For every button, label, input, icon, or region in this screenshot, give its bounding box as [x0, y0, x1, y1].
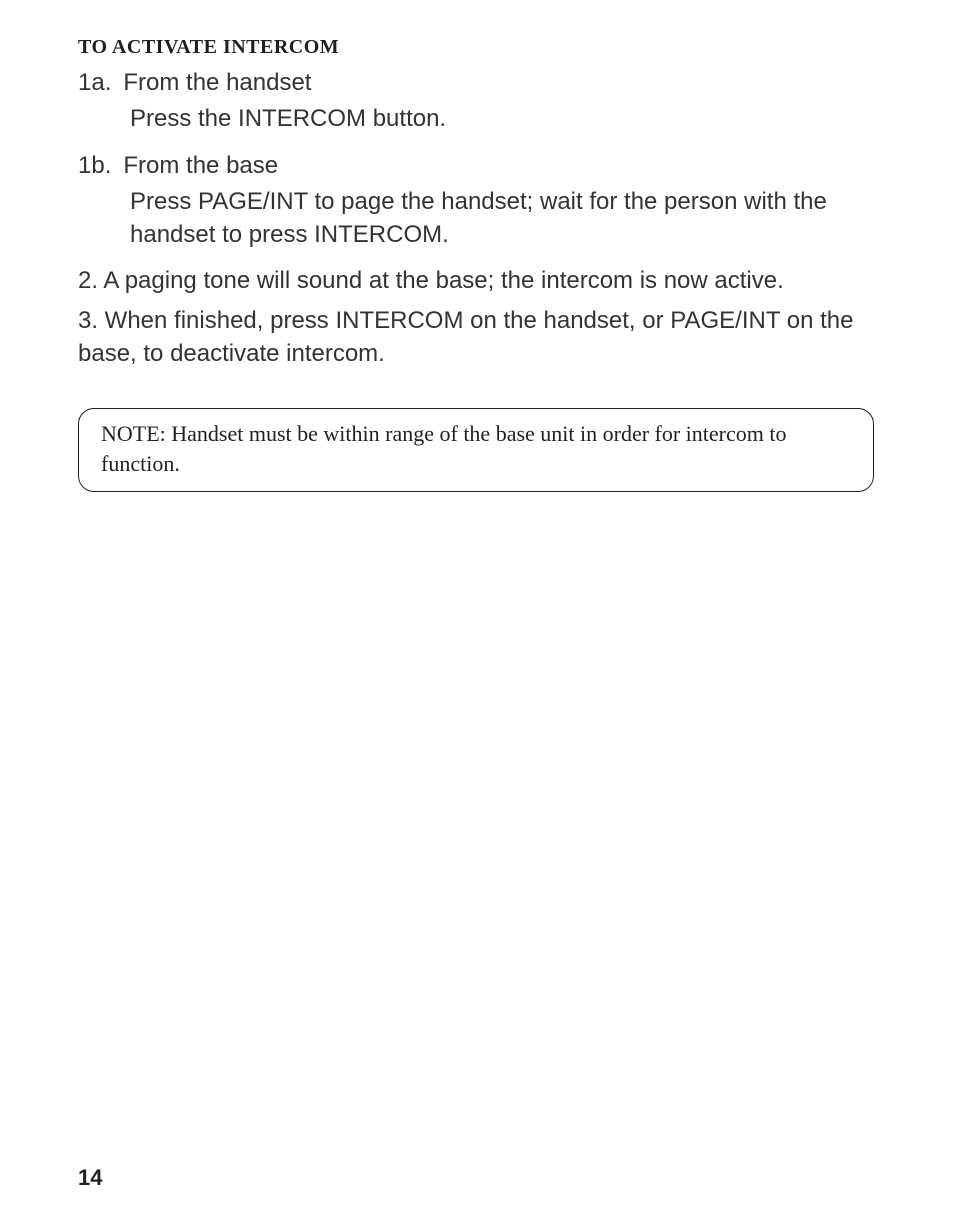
page: TO ACTIVATE INTERCOM 1a. From the handse… — [0, 0, 954, 1215]
step-1a-sub: Press the INTERCOM button. — [130, 103, 860, 135]
step-1a: 1a. From the handset — [78, 67, 876, 99]
step-3: 3. When finished, press INTERCOM on the … — [78, 305, 868, 370]
step-1b: 1b. From the base — [78, 150, 876, 182]
note-text: NOTE: Handset must be within range of th… — [101, 421, 787, 476]
step-1b-text: From the base — [123, 150, 278, 182]
step-1a-text: From the handset — [123, 67, 311, 99]
page-number: 14 — [78, 1165, 102, 1191]
step-1a-marker: 1a. — [78, 67, 111, 99]
step-2: 2. A paging tone will sound at the base;… — [78, 265, 868, 297]
heading-to-activate-intercom: TO ACTIVATE INTERCOM — [78, 36, 876, 59]
step-1b-marker: 1b. — [78, 150, 111, 182]
note-box: NOTE: Handset must be within range of th… — [78, 408, 874, 491]
step-1b-sub: Press PAGE/INT to page the handset; wait… — [130, 186, 860, 251]
